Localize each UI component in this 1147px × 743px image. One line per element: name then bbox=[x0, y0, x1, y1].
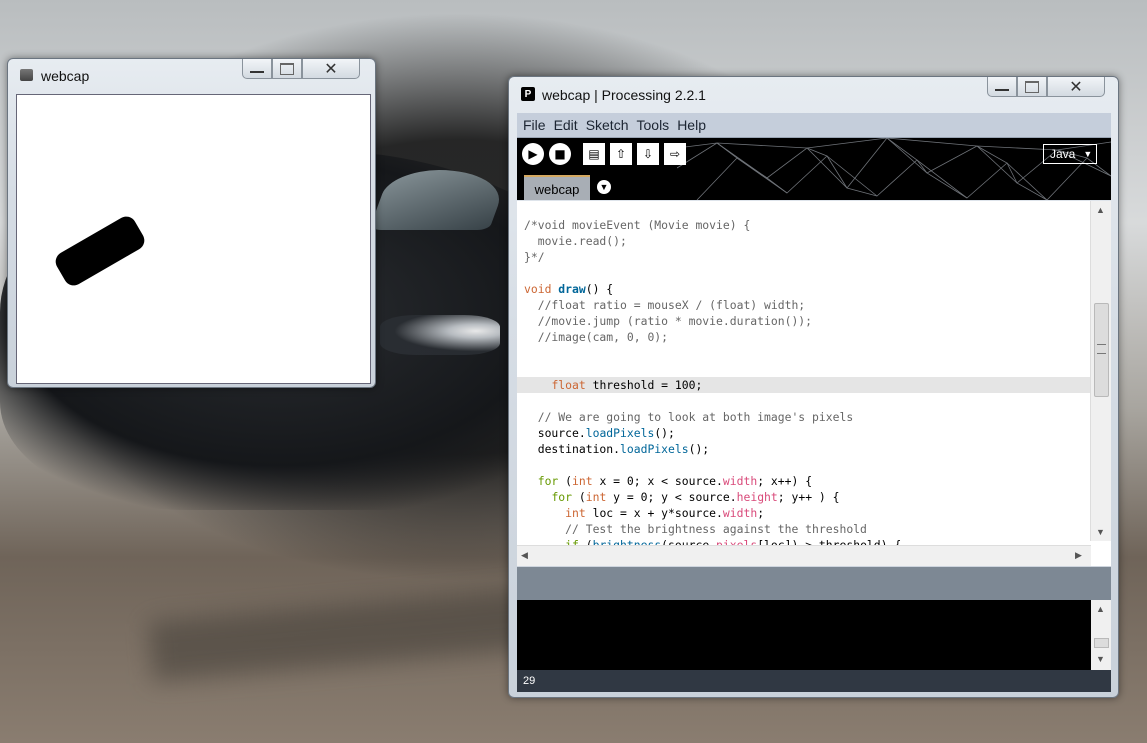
tab-menu-button[interactable]: ▼ bbox=[597, 180, 611, 194]
processing-logo-icon: P bbox=[521, 87, 535, 101]
minimize-button[interactable] bbox=[242, 59, 272, 79]
editor-horizontal-scrollbar[interactable]: ◀ ▶ bbox=[517, 545, 1091, 566]
tab-label: webcap bbox=[534, 182, 580, 197]
processing-window[interactable]: P webcap | Processing 2.2.1 ✕ File Edit … bbox=[508, 76, 1119, 698]
minimize-icon bbox=[250, 70, 264, 73]
download-icon: ⇩ bbox=[642, 147, 654, 161]
close-button[interactable]: ✕ bbox=[302, 59, 360, 79]
code-editor[interactable]: /*void movieEvent (Movie movie) { movie.… bbox=[517, 201, 1111, 566]
scroll-up-icon[interactable]: ▲ bbox=[1096, 205, 1105, 215]
code-line: movie.read(); bbox=[524, 234, 627, 248]
open-button[interactable]: ⇧ bbox=[610, 143, 632, 165]
tab-webcap[interactable]: webcap bbox=[524, 175, 590, 200]
stop-button[interactable]: ■ bbox=[549, 143, 571, 165]
scroll-left-icon[interactable]: ◀ bbox=[521, 550, 528, 561]
minimize-icon bbox=[995, 88, 1009, 91]
scroll-down-icon[interactable]: ▼ bbox=[1096, 654, 1105, 664]
chevron-down-icon: ▼ bbox=[1083, 149, 1093, 159]
code-line: void draw() { bbox=[524, 282, 614, 296]
menu-bar: File Edit Sketch Tools Help bbox=[517, 113, 1111, 138]
menu-file[interactable]: File bbox=[523, 117, 546, 133]
code-line: //float ratio = mouseX / (float) width; bbox=[524, 298, 806, 312]
code-line: //movie.jump (ratio * movie.duration()); bbox=[524, 314, 813, 328]
line-number-bar: 29 bbox=[517, 670, 1111, 692]
upload-icon: ⇧ bbox=[615, 147, 627, 161]
toolbar: ▶ ■ ▤ ⇧ ⇩ ⇨ Java ▼ webcap ▼ bbox=[517, 138, 1111, 200]
scroll-down-icon[interactable]: ▼ bbox=[1096, 527, 1105, 537]
code-area[interactable]: /*void movieEvent (Movie movie) { movie.… bbox=[517, 217, 1091, 553]
scrollbar-thumb[interactable] bbox=[1094, 303, 1109, 397]
play-icon: ▶ bbox=[528, 147, 538, 161]
car-headlight bbox=[380, 315, 500, 355]
scrollbar-thumb[interactable] bbox=[1094, 638, 1109, 648]
export-icon: ⇨ bbox=[669, 147, 681, 161]
new-button[interactable]: ▤ bbox=[583, 143, 605, 165]
code-line: }*/ bbox=[524, 250, 545, 264]
mode-label: Java bbox=[1050, 147, 1076, 161]
line-number: 29 bbox=[523, 675, 536, 687]
grip-icon bbox=[1097, 344, 1106, 354]
stop-icon: ■ bbox=[554, 147, 566, 161]
maximize-icon bbox=[280, 62, 294, 75]
console-scrollbar[interactable]: ▲ ▼ bbox=[1091, 600, 1111, 670]
current-code-line: float threshold = 100; bbox=[517, 377, 1091, 393]
menu-sketch[interactable]: Sketch bbox=[586, 117, 629, 133]
code-line: // We are going to look at both image's … bbox=[524, 410, 854, 424]
sketch-window[interactable]: webcap ✕ bbox=[7, 58, 376, 388]
code-line: for (int x = 0; x < source.width; x++) { bbox=[537, 474, 813, 488]
tracked-shape bbox=[52, 212, 148, 290]
processing-window-title: webcap | Processing 2.2.1 bbox=[542, 87, 706, 103]
code-line: //image(cam, 0, 0); bbox=[524, 330, 669, 344]
close-icon: ✕ bbox=[324, 60, 338, 78]
maximize-icon bbox=[1025, 80, 1039, 93]
code-line: int loc = x + y*source.width; bbox=[565, 506, 765, 520]
window-app-icon bbox=[20, 69, 33, 81]
minimize-button[interactable] bbox=[987, 77, 1017, 97]
code-line: source.loadPixels(); bbox=[524, 426, 675, 440]
close-button[interactable]: ✕ bbox=[1047, 77, 1105, 97]
code-line: // Test the brightness against the thres… bbox=[524, 522, 867, 536]
sketch-window-title: webcap bbox=[41, 68, 90, 84]
maximize-button[interactable] bbox=[272, 59, 302, 79]
mode-selector[interactable]: Java ▼ bbox=[1043, 144, 1097, 164]
scroll-up-icon[interactable]: ▲ bbox=[1096, 604, 1105, 614]
close-icon: ✕ bbox=[1069, 78, 1083, 96]
sketch-canvas[interactable] bbox=[16, 94, 371, 384]
code-line: for (int y = 0; y < source.height; y++ )… bbox=[551, 490, 840, 504]
save-button[interactable]: ⇩ bbox=[637, 143, 659, 165]
message-area bbox=[517, 567, 1111, 600]
new-file-icon: ▤ bbox=[588, 147, 600, 161]
scroll-right-icon[interactable]: ▶ bbox=[1075, 550, 1082, 561]
code-line: /*void movieEvent (Movie movie) { bbox=[524, 218, 751, 232]
export-button[interactable]: ⇨ bbox=[664, 143, 686, 165]
menu-edit[interactable]: Edit bbox=[554, 117, 578, 133]
menu-help[interactable]: Help bbox=[677, 117, 706, 133]
chevron-down-icon: ▼ bbox=[599, 182, 609, 192]
editor-vertical-scrollbar[interactable]: ▲ ▼ bbox=[1090, 201, 1111, 541]
run-button[interactable]: ▶ bbox=[522, 143, 544, 165]
code-line: destination.loadPixels(); bbox=[524, 442, 710, 456]
menu-tools[interactable]: Tools bbox=[637, 117, 670, 133]
maximize-button[interactable] bbox=[1017, 77, 1047, 97]
console-output[interactable]: ▲ ▼ bbox=[517, 600, 1111, 670]
